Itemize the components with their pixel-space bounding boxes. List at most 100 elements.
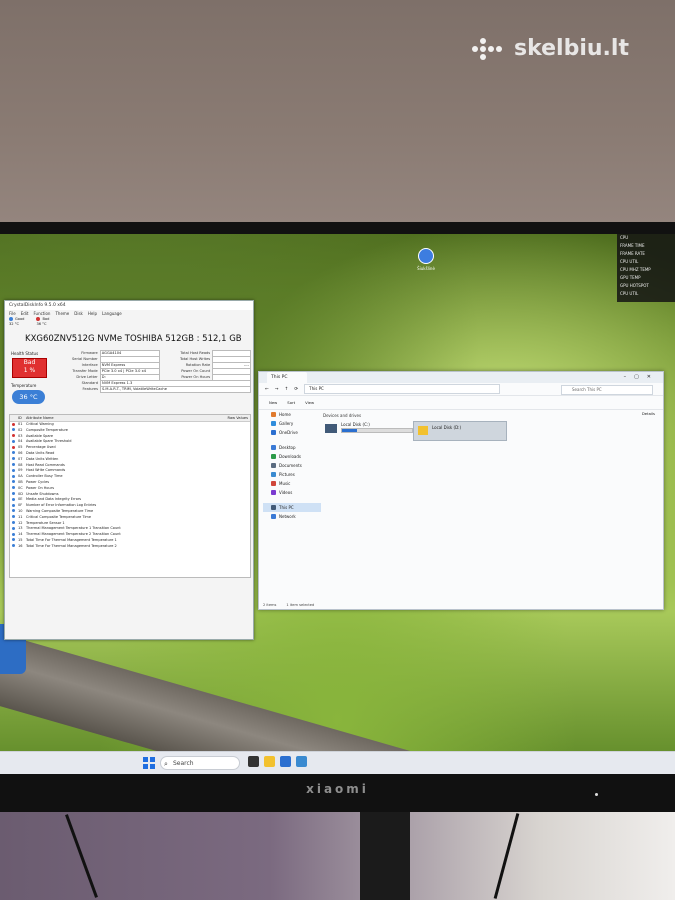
watermark-text: skelbiu.lt <box>514 36 629 61</box>
explorer-tab-bar: This PC –▢✕ <box>259 372 663 383</box>
sidebar-item-network[interactable]: Network <box>263 512 321 521</box>
menu-item[interactable]: Function <box>33 310 50 317</box>
overlay-row: FRAME RATE <box>617 250 675 258</box>
menu-item[interactable]: Language <box>102 310 122 317</box>
status-dot-icon <box>11 439 15 443</box>
status-dot-icon <box>11 486 15 490</box>
status-dot-icon <box>11 451 15 455</box>
sort-button[interactable]: Sort <box>287 400 295 405</box>
overlay-key: CPU UTIL <box>620 259 639 264</box>
drive-c[interactable]: Local Disk (C:) <box>325 422 413 440</box>
attribute-id: 16 <box>18 543 23 548</box>
sidebar-item-label: Home <box>279 412 291 417</box>
address-bar[interactable]: This PC <box>304 384 501 394</box>
tab-this-pc[interactable]: This PC <box>267 372 308 383</box>
refresh-icon[interactable]: ⟳ <box>294 387 298 392</box>
drive-d[interactable]: Local Disk (D:) <box>413 421 507 441</box>
overlay-row: CPU MHZ TEMP <box>617 266 675 274</box>
forward-icon[interactable]: → <box>275 387 279 392</box>
sidebar-item-desktop[interactable]: Desktop <box>263 443 321 452</box>
app-icon[interactable] <box>280 756 291 767</box>
sidebar-item-gallery[interactable]: Gallery <box>263 419 321 428</box>
sidebar-item-label: Gallery <box>279 421 294 426</box>
up-icon[interactable]: ↑ <box>285 387 289 392</box>
sidebar-item-videos[interactable]: Videos <box>263 488 321 497</box>
screen: Šiukšlinė CPU FRAME TIME FRAME RATE CPU UTI… <box>0 234 675 774</box>
status-dot-icon <box>11 503 15 507</box>
status-dot-icon <box>11 515 15 519</box>
menu-item[interactable]: Theme <box>55 310 69 317</box>
overlay-row: CPU <box>617 234 675 242</box>
overlay-key: GPU TEMP <box>620 275 641 280</box>
disk-selector-item[interactable]: Good 32 °C <box>9 317 24 331</box>
sidebar-item-music[interactable]: Music <box>263 479 321 488</box>
sidebar-item-downloads[interactable]: Downloads <box>263 452 321 461</box>
menu-item[interactable]: File <box>9 310 16 317</box>
status-dot-icon <box>11 538 15 542</box>
overlay-key: FRAME RATE <box>620 251 645 256</box>
drive-c-name: Local Disk (C:) <box>341 422 370 427</box>
taskbar-search[interactable]: ⌕ Search <box>160 756 240 770</box>
navigation-pane: Home Gallery OneDrive Desktop Downloads Docum… <box>263 410 321 598</box>
overlay-key: GPU HOTSPOT <box>620 283 649 288</box>
sidebar-item-this-pc[interactable]: This PC <box>263 503 321 512</box>
sidebar-item-documents[interactable]: Documents <box>263 461 321 470</box>
group-header: Devices and drives <box>323 413 362 418</box>
raw-value <box>198 544 250 550</box>
sidebar-item-onedrive[interactable]: OneDrive <box>263 428 321 437</box>
status-dot-icon <box>11 428 15 432</box>
sidebar-item-label: Videos <box>279 490 293 495</box>
desktop-icon-recycle-bin[interactable]: Šiukšlinė <box>413 248 439 271</box>
task-view-icon[interactable] <box>248 756 259 767</box>
file-explorer-window[interactable]: This PC –▢✕ ← → ↑ ⟳ This PC Search This … <box>258 371 664 610</box>
disk-model: KXG60ZNV512G NVMe TOSHIBA 512GB : 512,1 … <box>25 334 242 344</box>
menu-item[interactable]: Help <box>88 310 97 317</box>
menu-item[interactable]: Edit <box>21 310 29 317</box>
view-button[interactable]: View <box>305 400 314 405</box>
sidebar-item-pictures[interactable]: Pictures <box>263 470 321 479</box>
sidebar-item-home[interactable]: Home <box>263 410 321 419</box>
disk-selector-item[interactable]: Bad 36 °C <box>36 317 49 331</box>
temperature-label: Temperature <box>11 383 37 388</box>
status-selected: 1 item selected <box>286 603 315 607</box>
this-pc-icon <box>271 505 276 510</box>
start-icon[interactable] <box>143 757 155 769</box>
health-status-badge: Bad 1 % <box>12 358 47 378</box>
drive-icon <box>325 424 337 433</box>
drive-warning-icon <box>418 426 428 435</box>
sidebar-item-label: This PC <box>279 505 294 510</box>
taskbar-search-text: Search <box>173 760 194 767</box>
new-button[interactable]: New <box>269 400 277 405</box>
file-explorer-icon[interactable] <box>264 756 275 767</box>
overlay-row: FRAME TIME <box>617 242 675 250</box>
gallery-icon <box>271 421 276 426</box>
status-dot-icon <box>11 532 15 536</box>
status-dot-icon <box>11 492 15 496</box>
status-dot-icon <box>11 521 15 525</box>
status-dot-icon <box>11 434 15 438</box>
watermark-logo-icon <box>472 38 506 60</box>
status-dot-icon <box>36 317 41 321</box>
status-dot-cell <box>10 544 18 550</box>
monitor-brand-logo: xiaomi <box>306 782 369 796</box>
menu-item[interactable]: Disk <box>74 310 83 317</box>
sidebar-item-label: Network <box>279 514 296 519</box>
crystaldiskinfo-window[interactable]: CrystalDiskInfo 9.5.0 x64 File Edit Functi… <box>4 300 254 640</box>
window-controls[interactable]: –▢✕ <box>624 372 659 383</box>
sidebar-item-label: Downloads <box>279 454 301 459</box>
health-status-text: Bad <box>23 359 36 366</box>
back-icon[interactable]: ← <box>265 387 269 392</box>
downloads-icon <box>271 454 276 459</box>
drive-c-usage-bar <box>341 428 413 433</box>
status-dot-icon <box>11 445 15 449</box>
search-input[interactable]: Search This PC <box>561 385 653 395</box>
monitor: Šiukšlinė CPU FRAME TIME FRAME RATE CPU UTI… <box>0 222 675 812</box>
search-icon: ⌕ <box>164 760 168 768</box>
attribute-name: Total Time For Thermal Management Temper… <box>26 543 117 548</box>
onedrive-icon <box>271 430 276 435</box>
health-percent: 1 % <box>23 367 36 374</box>
sidebar-item-label: Pictures <box>279 472 295 477</box>
overlay-row: CPU UTIL <box>617 258 675 266</box>
overlay-row: GPU TEMP <box>617 274 675 282</box>
app-icon-2[interactable] <box>296 756 307 767</box>
